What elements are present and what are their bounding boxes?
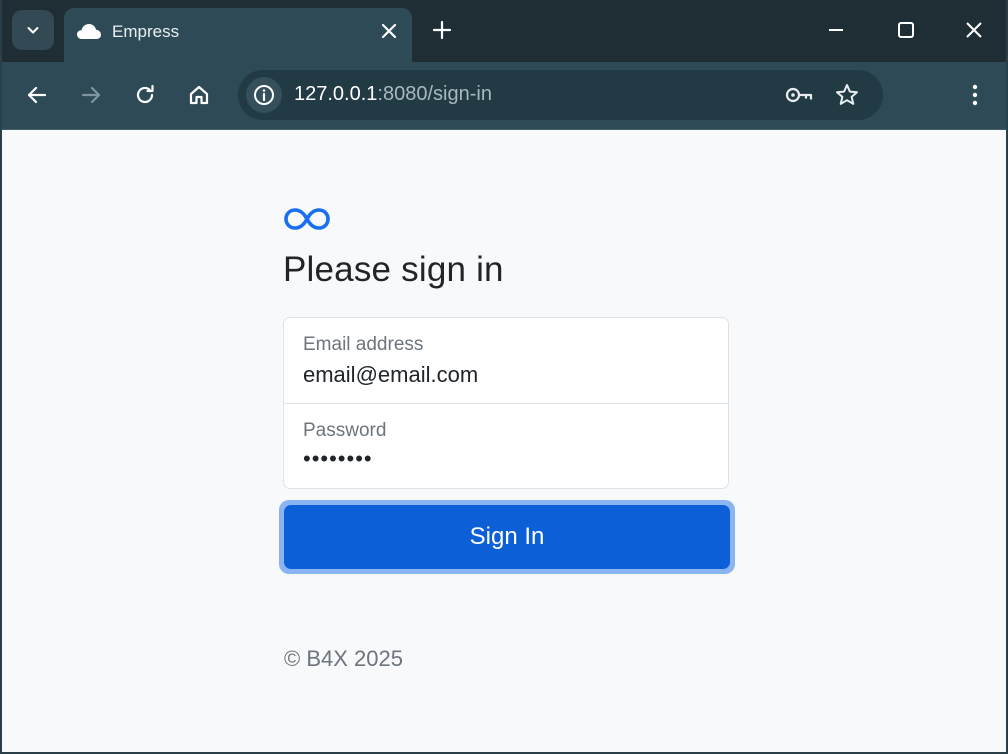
sign-in-form: Email address email@email.com Password •…	[283, 317, 729, 489]
email-label: Email address	[303, 334, 424, 355]
sign-in-button[interactable]: Sign In	[284, 505, 730, 569]
password-field[interactable]: Password ••••••••	[284, 404, 728, 488]
chevron-down-icon	[27, 27, 39, 34]
browser-tab[interactable]: Empress	[64, 8, 412, 62]
info-icon	[254, 85, 274, 105]
star-icon[interactable]	[834, 82, 860, 108]
tab-search-button[interactable]	[12, 10, 54, 50]
arrow-right-icon[interactable]	[78, 82, 104, 108]
close-window-icon[interactable]	[962, 18, 986, 42]
tab-title: Empress	[112, 22, 180, 41]
maximize-icon[interactable]	[894, 18, 918, 42]
email-field[interactable]: Email address email@email.com	[284, 318, 728, 403]
title-bar: Empress	[2, 0, 1006, 62]
home-icon[interactable]	[186, 82, 212, 108]
password-label: Password	[303, 420, 387, 441]
cloud-icon	[77, 24, 101, 39]
url-text[interactable]: 127.0.0.1:8080/sign-in	[294, 83, 492, 106]
address-bar[interactable]: 127.0.0.1:8080/sign-in	[238, 70, 883, 120]
page-title: Please sign in	[283, 250, 504, 289]
site-info-button[interactable]	[246, 77, 282, 113]
arrow-left-icon[interactable]	[24, 82, 50, 108]
plus-icon[interactable]	[430, 18, 454, 42]
page-content: Please sign in Email address email@email…	[2, 130, 1006, 752]
infinity-icon	[284, 208, 330, 230]
close-icon[interactable]	[378, 20, 400, 42]
email-value: email@email.com	[303, 362, 479, 387]
url-path: :8080/sign-in	[377, 83, 492, 105]
url-host: 127.0.0.1	[294, 83, 378, 105]
password-value: ••••••••	[303, 446, 373, 471]
browser-toolbar: 127.0.0.1:8080/sign-in	[2, 62, 1006, 130]
kebab-menu-icon[interactable]	[962, 82, 988, 108]
reload-icon[interactable]	[132, 82, 158, 108]
key-icon[interactable]	[784, 82, 814, 108]
browser-window: Empress 127.0.0.1:8080/sign-in Please si…	[0, 0, 1008, 754]
minimize-icon[interactable]	[824, 18, 848, 42]
footer-copyright: © B4X 2025	[284, 646, 403, 671]
